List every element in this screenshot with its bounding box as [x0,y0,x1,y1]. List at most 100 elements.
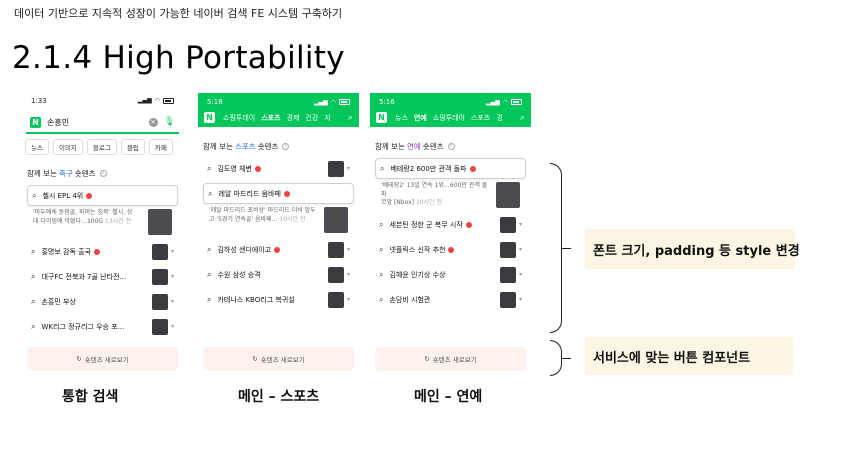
section-title-suffix: 숏텐츠 [257,142,279,151]
item-label: 김혜윤 인기상 수상 [389,270,446,279]
item-label: 베테랑2 600만 관객 돌파 [390,164,521,174]
hot-badge-icon [254,165,261,172]
hot-badge-icon [94,248,101,255]
tab-clip[interactable]: 클립 [120,139,145,155]
naver-logo-icon[interactable]: N [204,112,215,123]
info-icon[interactable]: i [282,143,290,150]
tab-blog[interactable]: 블로그 [86,139,117,155]
more-shortents-button[interactable]: ↻ 숏텐츠 새로보기 [27,347,178,371]
list-item[interactable]: ⌕ 카테나스 KBO리그 복귀설 ▾ [203,289,354,310]
battery-icon [339,99,350,105]
search-tabs: 뉴스 이미지 블로그 클립 카페 [22,134,183,160]
list-item[interactable]: ⌕ 손담비 시험관 ▾ [375,289,526,310]
chevron-down-icon[interactable]: ▾ [347,246,350,253]
item-label: 레알 마드리드 음바페 [218,189,349,199]
section-title: 함께 보는 축구 숏텐츠 i [27,168,178,179]
slide-header: 데이터 기반으로 지속적 성장이 가능한 네이버 검색 FE 시스템 구축하기 [14,7,343,20]
item-label: 손흥민 부상 [41,297,76,306]
naver-logo-icon[interactable]: N [376,112,387,123]
chevron-down-icon[interactable]: ▾ [519,221,522,228]
search-icon[interactable]: ⌕ [520,113,525,123]
list-item[interactable]: ⌕ 손흥민 부상 ▾ [27,291,178,312]
snippet-thumbnail [324,207,348,233]
nav-tab[interactable]: 스포츠 [471,113,490,123]
chevron-down-icon[interactable]: ▾ [347,271,350,278]
chevron-down-icon[interactable]: ▾ [347,296,350,303]
chevron-down-icon[interactable]: ▾ [171,248,174,255]
nav-tab[interactable]: 경제 [287,113,300,123]
section-title-suffix: 숏텐츠 [74,169,96,178]
info-icon[interactable]: i [447,143,455,150]
list-item[interactable]: ⌕ 김혜윤 인기상 수상 ▾ [375,264,526,285]
search-icon: ⌕ [207,294,212,304]
nav-tab-active[interactable]: 연예 [414,113,427,123]
item-text: 홍명보 감독 출국 [41,247,92,256]
item-thumbnail [151,268,168,285]
nav-tab[interactable]: 건강 [305,113,318,123]
list-item[interactable]: ⌕ 세븐틴 정한 군 복무 시작 ▾ [375,214,526,235]
signal-icon: ▂▄▆ [313,98,328,106]
snippet-time: 10시간 전 [415,199,442,207]
item-snippet[interactable]: '레알 마드리드 초비상' 마드리드 더비 앞두 고 '5경기 연속골' 음바페… [203,207,354,233]
tab-news[interactable]: 뉴스 [25,139,49,155]
wifi-icon: ◠ [154,97,160,104]
item-thumbnail [151,293,168,310]
item-thumbnail [499,266,516,283]
nav-tab[interactable]: 쇼핑투데이 [223,113,255,123]
search-query[interactable]: 손흥민 [47,117,149,128]
refresh-icon: ↻ [424,355,430,363]
list-item[interactable]: ⌕ 첼시 EPL 4위 [27,185,178,206]
list-item[interactable]: ⌕ 김하성 샌디에이고 ▾ [203,239,354,260]
chevron-down-icon[interactable]: ▾ [171,298,174,305]
phone-main-entertainment: 5:16 ▂▄▆ ◠ N 뉴스 연예 쇼핑투데이 스포츠 경 ⌕ 함께 보는 연… [370,93,531,381]
naver-logo-icon: N [30,116,41,128]
list-item[interactable]: ⌕ 수원 삼성 승격 ▾ [203,264,354,285]
item-snippet[interactable]: '마두에케 동점골, 파머는 침묵' 첼시, 상 대 다이빙에 막혔다…100G… [27,209,178,235]
chevron-down-icon[interactable]: ▾ [171,273,174,280]
item-thumbnail [151,318,168,335]
chevron-down-icon[interactable]: ▾ [519,271,522,278]
more-shortents-button[interactable]: ↻ 숏텐츠 새로보기 [375,347,526,371]
search-icon: ⌕ [380,163,385,173]
section-title-prefix: 함께 보는 [27,169,57,178]
info-icon[interactable]: i [99,170,107,177]
item-snippet[interactable]: '베테랑2' 13일 연속 1위…600만 관객 돌파 코앞 [Nbox] 10… [375,182,526,208]
list-item[interactable]: ⌕ 대구FC 전북과 7골 난타전... ▾ [27,266,178,287]
list-item[interactable]: ⌕ WK리그 정규리그 우승 포... ▾ [27,316,178,337]
tab-images[interactable]: 이미지 [52,139,83,155]
chevron-down-icon[interactable]: ▾ [171,323,174,330]
chevron-down-icon[interactable]: ▾ [519,296,522,303]
list-item[interactable]: ⌕ 홍명보 감독 출국 ▾ [27,241,178,262]
nav-tab[interactable]: 뉴스 [395,113,408,123]
list-item[interactable]: ⌕ 레알 마드리드 음바페 [203,183,354,204]
nav-tab[interactable]: 지 [324,113,330,123]
caption-integrated-search: 통합 검색 [62,389,119,405]
search-bar[interactable]: N 손흥민 ✕ 🎙 [26,112,179,134]
list-item[interactable]: ⌕ 베테랑2 600만 관객 돌파 [375,158,526,179]
chevron-down-icon[interactable]: ▾ [519,246,522,253]
clear-icon[interactable]: ✕ [148,117,158,127]
signal-icon: ▂▄▆ [485,98,500,106]
more-shortents-button[interactable]: ↻ 숏텐츠 새로보기 [203,347,354,371]
list-item[interactable]: ⌕ 넷플릭스 신작 추천 ▾ [375,239,526,260]
mic-icon[interactable]: 🎙 [164,117,175,127]
search-icon: ⌕ [207,269,212,279]
nav-tab[interactable]: 경 [496,113,502,123]
nav-tab[interactable]: 쇼핑투데이 [433,113,465,123]
main-nav: N 쇼핑투데이 스포츠 경제 건강 지 ⌕ [198,108,359,127]
status-time: 1:33 [31,96,47,105]
list-item[interactable]: ⌕ 김도영 체변 ▾ [203,158,354,179]
hot-badge-icon [283,190,290,197]
section-title-highlight: 연예 [406,142,421,151]
section-title-highlight: 축구 [58,169,73,178]
chevron-down-icon[interactable]: ▾ [347,165,350,172]
tab-cafe[interactable]: 카페 [148,139,173,155]
slide-title: 2.1.4 High Portability [12,40,345,76]
wifi-icon: ◠ [502,98,508,106]
snippet-line: '마두에케 동점골, 파머는 침묵' 첼시, 상 [33,209,133,216]
item-label: 김도영 체변 [217,164,324,174]
item-label: 카테나스 KBO리그 복귀설 [217,295,295,304]
nav-tab-active[interactable]: 스포츠 [261,113,280,123]
search-icon[interactable]: ⌕ [348,113,353,123]
hot-badge-icon [448,246,455,253]
